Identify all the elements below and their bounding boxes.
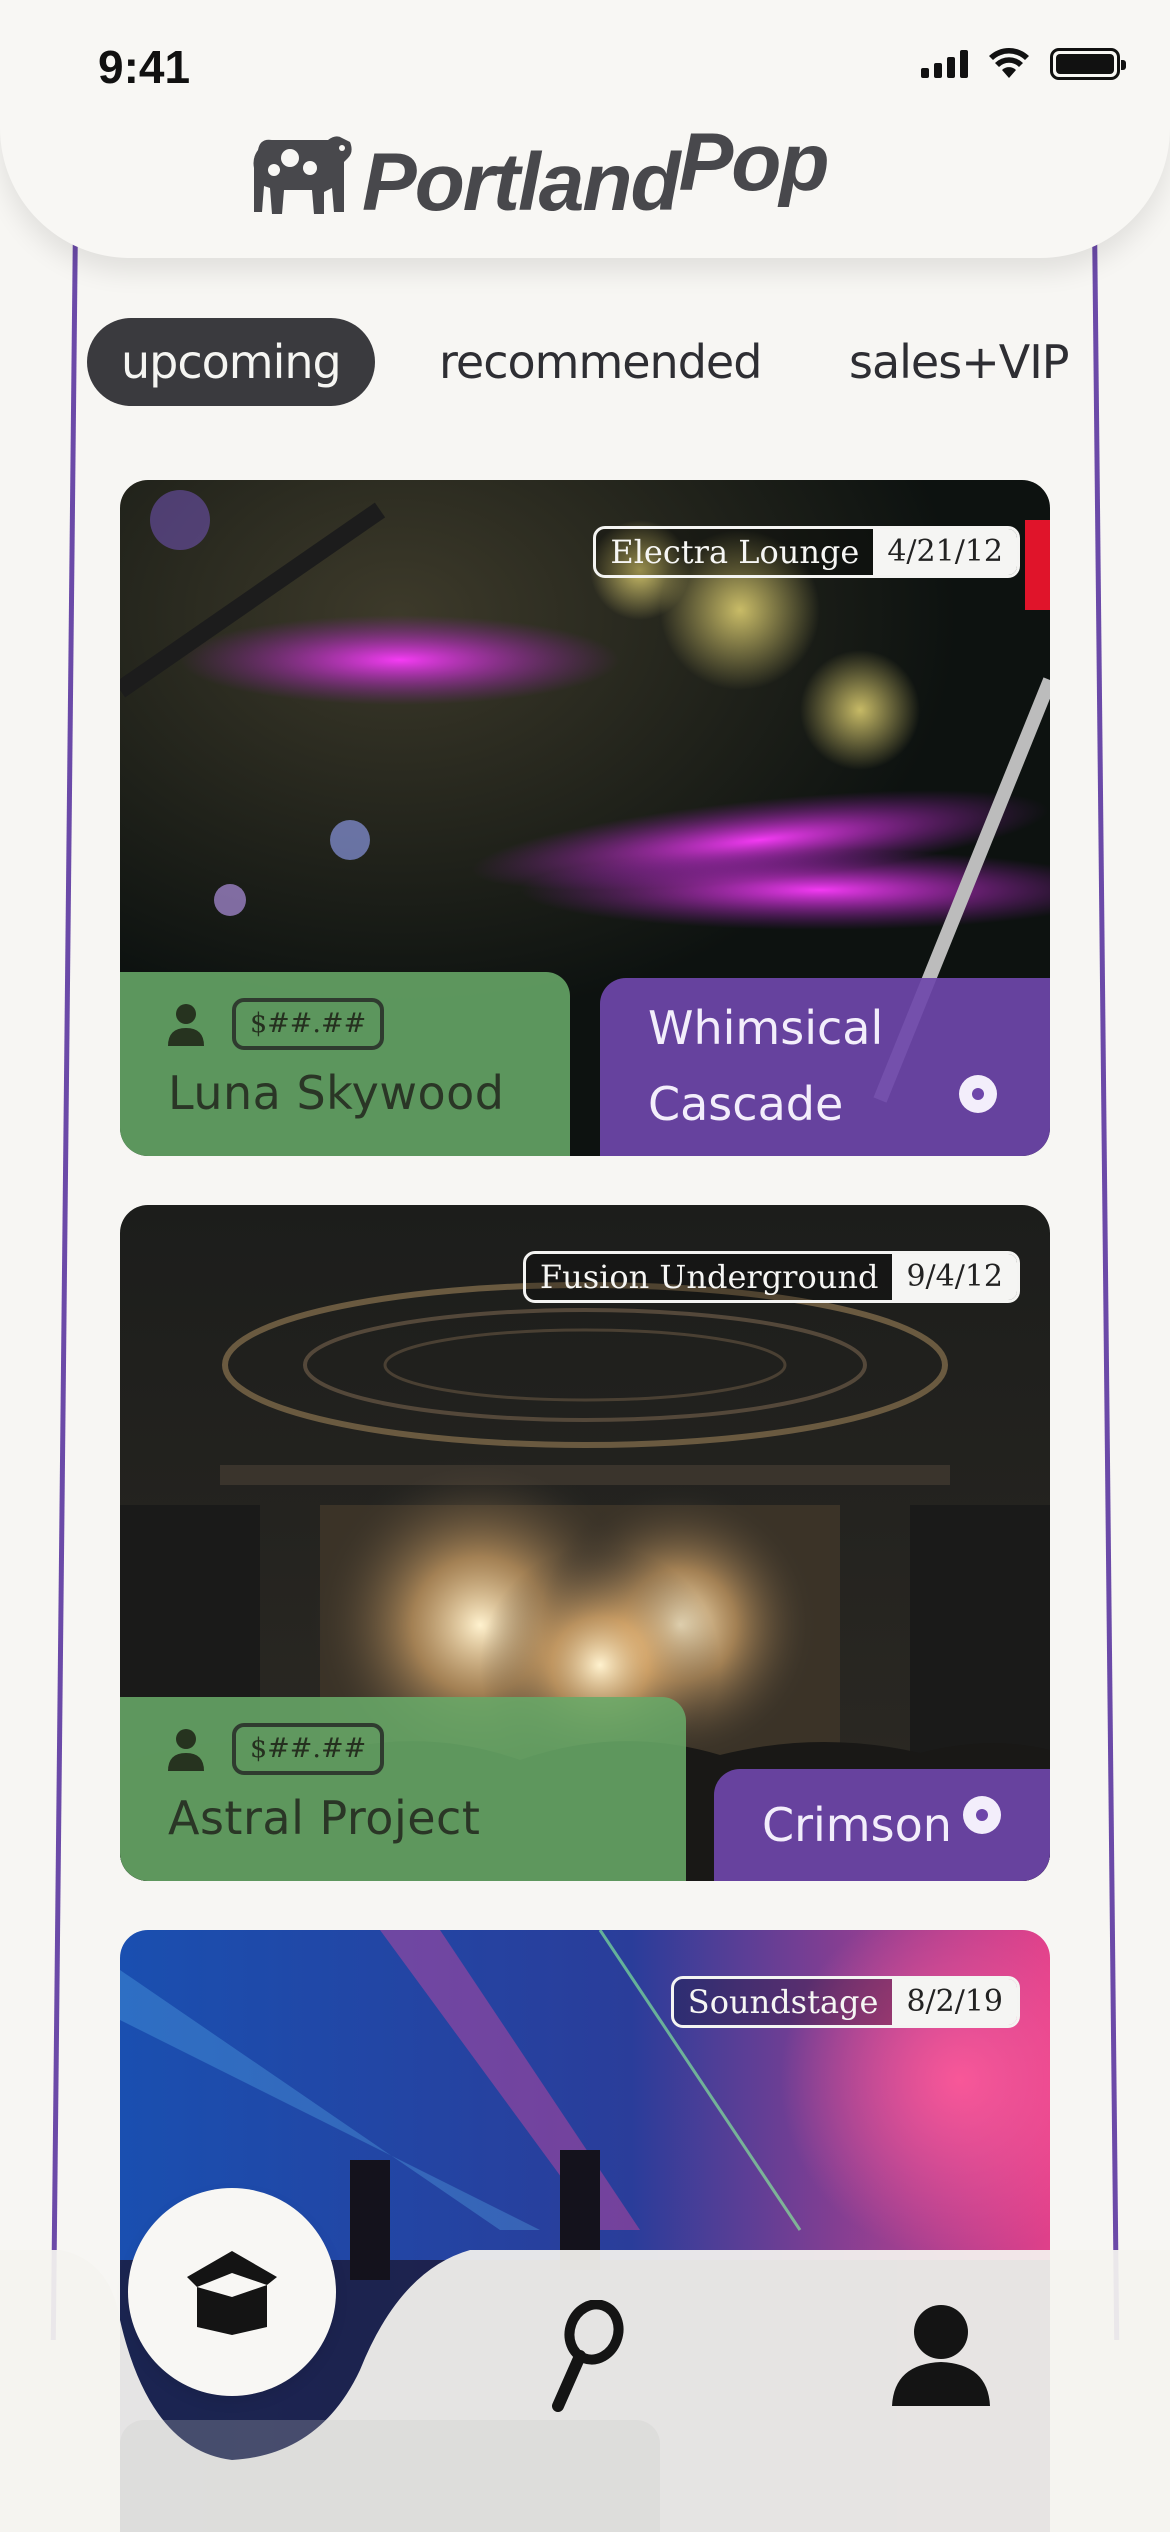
event-date: 8/2/19 [892,1979,1017,2025]
app-header: 9:41 PortlandPop [0,0,1170,258]
song-title-line2: Cascade [648,1077,844,1131]
person-icon [168,1004,204,1046]
tab-recommended[interactable]: recommended [439,318,762,406]
person-icon [168,1729,204,1771]
artist-name: Luna Skywood [168,1066,505,1120]
home-icon [187,2251,277,2335]
price-badge: $##.## [232,1723,385,1775]
cellular-signal-icon [921,50,968,78]
category-tabs: upcoming recommended sales+VIP [87,318,1087,406]
next-card-preview [120,2420,660,2532]
venue-name: Electra Lounge [596,529,874,575]
status-time: 9:41 [98,41,191,93]
event-card[interactable]: Fusion Underground 9/4/12 $##.## Astral … [120,1205,1050,1881]
brand-logo: PortlandPop [250,117,829,228]
frame-line-left [50,200,79,2340]
venue-date-tag: Soundstage 8/2/19 [670,1976,1020,2028]
home-button[interactable] [128,2188,336,2396]
song-panel[interactable]: Crimson [714,1769,1050,1881]
disc-icon[interactable] [962,1795,1002,1835]
artist-name: Astral Project [168,1791,481,1845]
search-icon[interactable] [548,2300,624,2412]
price-badge: $##.## [232,998,385,1050]
song-title-line1: Whimsical [648,1001,884,1055]
venue-date-tag: Fusion Underground 9/4/12 [522,1251,1020,1303]
event-card[interactable]: Electra Lounge 4/21/12 $##.## Luna Skywo… [120,480,1050,1156]
venue-name: Soundstage [673,1979,893,2025]
event-date: 9/4/12 [892,1254,1017,1300]
song-title-line1: Crimson [762,1798,952,1852]
artist-panel[interactable]: $##.## Luna Skywood [120,972,570,1156]
event-date: 4/21/12 [873,529,1017,575]
status-icons [921,48,1126,80]
tab-sales-vip[interactable]: sales+VIP [849,318,1070,406]
venue-date-tag: Electra Lounge 4/21/12 [593,526,1020,578]
venue-name: Fusion Underground [525,1254,893,1300]
disc-icon[interactable] [958,1074,998,1114]
frame-line-right [1091,200,1120,2340]
battery-icon [1050,48,1126,80]
brand-wordmark: PortlandPop [362,117,829,228]
artist-panel[interactable]: $##.## Astral Project [120,1697,686,1881]
wifi-icon [989,48,1029,78]
profile-icon[interactable] [888,2302,994,2408]
tab-upcoming[interactable]: upcoming [87,318,375,406]
song-panel[interactable]: Whimsical Cascade [600,978,1050,1156]
cow-logo-icon [253,136,352,214]
